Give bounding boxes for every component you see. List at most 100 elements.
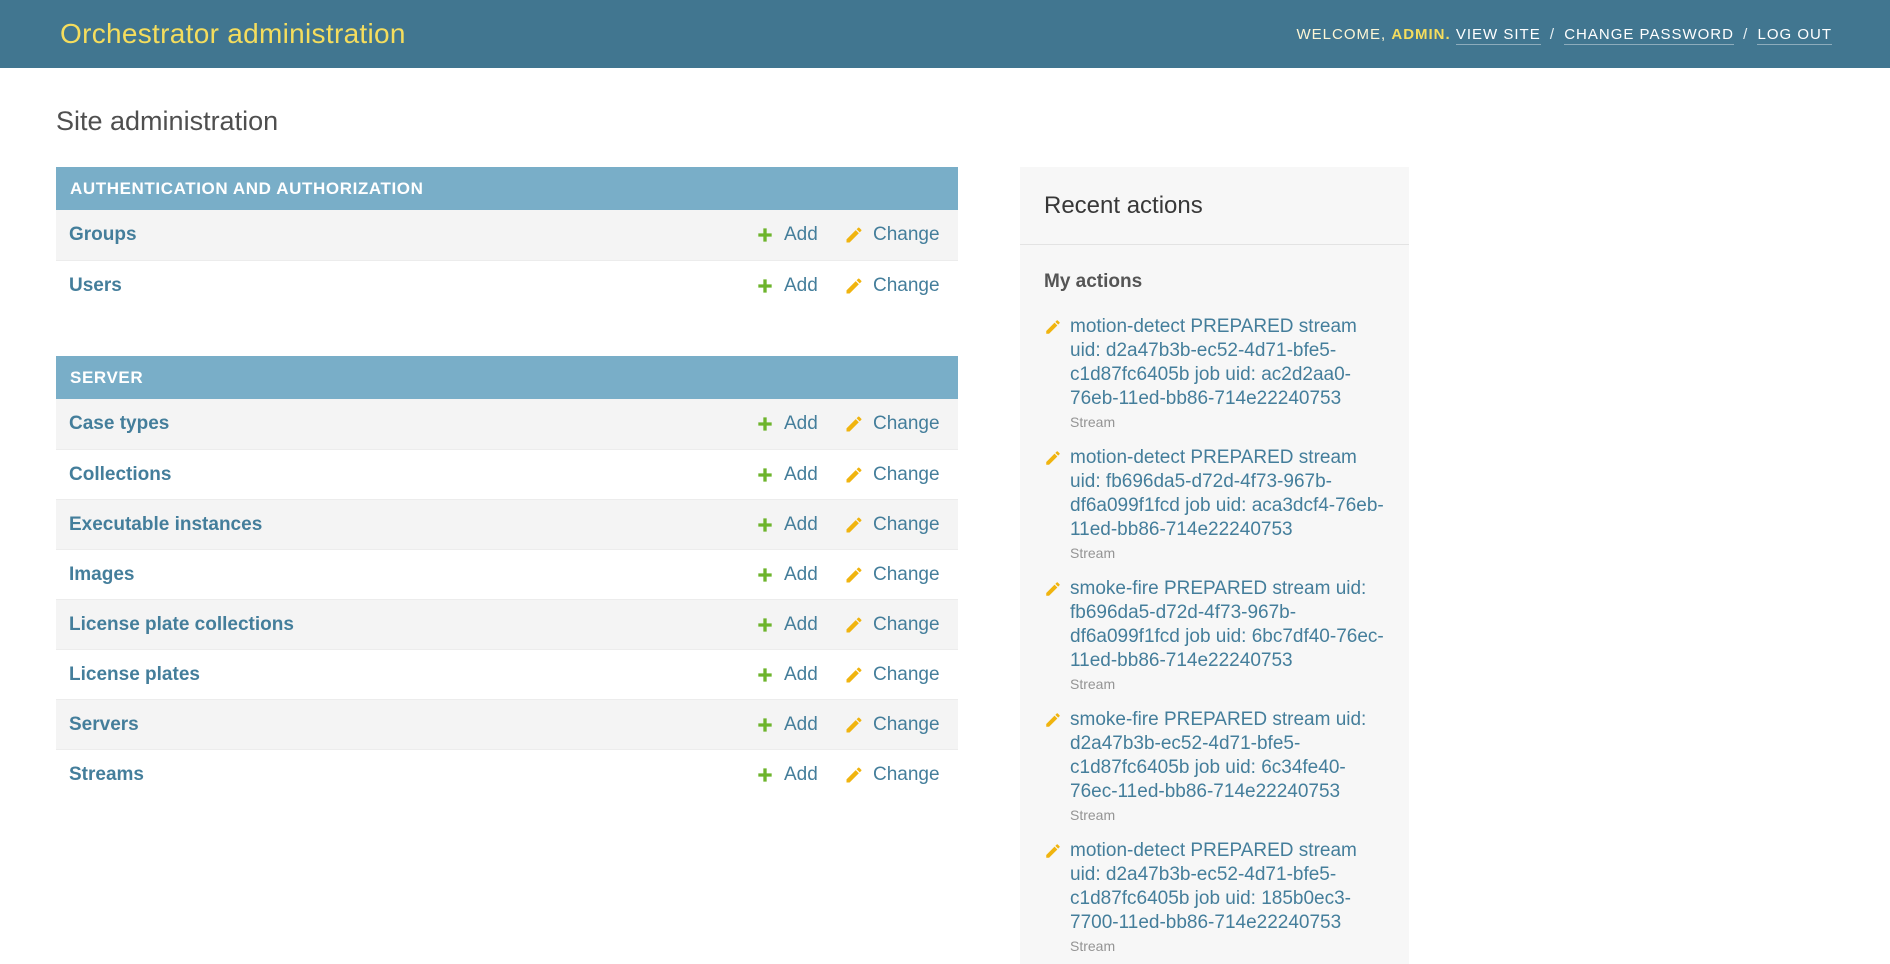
change-servers-button[interactable]: Change [844,714,934,736]
add-license-plate-collections-button[interactable]: Add [755,614,844,636]
site-title-link[interactable]: Orchestrator administration [60,18,406,50]
change-label: Change [873,764,940,786]
change-password-link[interactable]: CHANGE PASSWORD [1564,26,1734,45]
model-link-case-types[interactable]: Case types [69,413,169,435]
recent-action-item: smoke-fire PREPARED stream uid: fb696da5… [1044,577,1385,692]
plus-icon [755,465,775,485]
recent-action-item: motion-detect PREPARED stream uid: d2a47… [1044,315,1385,430]
plus-icon [755,715,775,735]
change-label: Change [873,714,940,736]
model-link-streams[interactable]: Streams [69,764,144,786]
plus-icon [755,615,775,635]
add-streams-button[interactable]: Add [755,764,844,786]
add-license-plates-button[interactable]: Add [755,664,844,686]
table-row-executable-instances: Executable instances Add Change [56,499,958,549]
change-label: Change [873,275,940,297]
change-users-button[interactable]: Change [844,275,934,297]
model-link-license-plate-collections[interactable]: License plate collections [69,614,294,636]
recent-action-link[interactable]: smoke-fire PREPARED stream uid: d2a47b3b… [1070,708,1385,804]
user-tools-separator: / [1550,26,1555,43]
module-server: SERVER Case types Add Change [56,356,958,799]
change-label: Change [873,614,940,636]
add-label: Add [784,514,818,536]
table-row-license-plates: License plates Add Change [56,649,958,699]
table-row-users: Users Add Change [56,260,958,310]
recent-action-item: motion-detect PREPARED stream uid: d2a47… [1044,839,1385,954]
recent-actions-panel: Recent actions My actions motion-detect … [1020,167,1409,964]
table-row-license-plate-collections: License plate collections Add Change [56,599,958,649]
change-license-plates-button[interactable]: Change [844,664,934,686]
recent-actions-title: Recent actions [1020,167,1409,245]
recent-action-type: Stream [1070,545,1385,561]
content-area: Site administration AUTHENTICATION AND A… [0,104,1890,964]
change-license-plate-collections-button[interactable]: Change [844,614,934,636]
username: ADMIN. [1391,26,1450,43]
add-images-button[interactable]: Add [755,564,844,586]
add-label: Add [784,664,818,686]
view-site-link[interactable]: VIEW SITE [1456,26,1541,45]
page-title: Site administration [56,104,1890,138]
model-link-executable-instances[interactable]: Executable instances [69,514,262,536]
recent-action-link[interactable]: motion-detect PREPARED stream uid: fb696… [1070,446,1385,542]
add-label: Add [784,464,818,486]
plus-icon [755,515,775,535]
add-label: Add [784,764,818,786]
add-groups-button[interactable]: Add [755,224,844,246]
add-case-types-button[interactable]: Add [755,413,844,435]
pencil-icon [844,225,864,245]
add-executable-instances-button[interactable]: Add [755,514,844,536]
model-link-license-plates[interactable]: License plates [69,664,200,686]
add-collections-button[interactable]: Add [755,464,844,486]
change-groups-button[interactable]: Change [844,224,934,246]
module-caption-authentication[interactable]: AUTHENTICATION AND AUTHORIZATION [56,167,958,210]
model-link-users[interactable]: Users [69,275,122,297]
change-streams-button[interactable]: Change [844,764,934,786]
recent-action-type: Stream [1070,807,1385,823]
logout-link[interactable]: LOG OUT [1757,26,1832,45]
recent-action-link[interactable]: motion-detect PREPARED stream uid: d2a47… [1070,839,1385,935]
change-case-types-button[interactable]: Change [844,413,934,435]
model-link-servers[interactable]: Servers [69,714,139,736]
change-label: Change [873,564,940,586]
plus-icon [755,665,775,685]
change-label: Change [873,514,940,536]
change-executable-instances-button[interactable]: Change [844,514,934,536]
add-servers-button[interactable]: Add [755,714,844,736]
pencil-icon [1044,580,1062,598]
pencil-icon [844,565,864,585]
app-list: AUTHENTICATION AND AUTHORIZATION Groups … [56,167,958,845]
plus-icon [755,414,775,434]
plus-icon [755,276,775,296]
pencil-icon [844,765,864,785]
pencil-icon [844,276,864,296]
recent-action-item: smoke-fire PREPARED stream uid: d2a47b3b… [1044,708,1385,823]
add-users-button[interactable]: Add [755,275,844,297]
recent-action-link[interactable]: smoke-fire PREPARED stream uid: fb696da5… [1070,577,1385,673]
user-tools-separator: / [1743,26,1748,43]
table-row-groups: Groups Add Change [56,210,958,260]
table-row-collections: Collections Add Change [56,449,958,499]
pencil-icon [844,515,864,535]
change-label: Change [873,413,940,435]
table-row-case-types: Case types Add Change [56,399,958,449]
change-collections-button[interactable]: Change [844,464,934,486]
change-images-button[interactable]: Change [844,564,934,586]
pencil-icon [844,615,864,635]
model-link-images[interactable]: Images [69,564,134,586]
table-row-images: Images Add Change [56,549,958,599]
model-link-groups[interactable]: Groups [69,224,137,246]
table-row-streams: Streams Add Change [56,749,958,799]
pencil-icon [844,465,864,485]
module-caption-server[interactable]: SERVER [56,356,958,399]
pencil-icon [1044,711,1062,729]
change-label: Change [873,464,940,486]
pencil-icon [844,414,864,434]
plus-icon [755,225,775,245]
plus-icon [755,565,775,585]
add-label: Add [784,413,818,435]
add-label: Add [784,614,818,636]
change-label: Change [873,664,940,686]
my-actions-heading: My actions [1044,271,1385,293]
model-link-collections[interactable]: Collections [69,464,171,486]
recent-action-link[interactable]: motion-detect PREPARED stream uid: d2a47… [1070,315,1385,411]
